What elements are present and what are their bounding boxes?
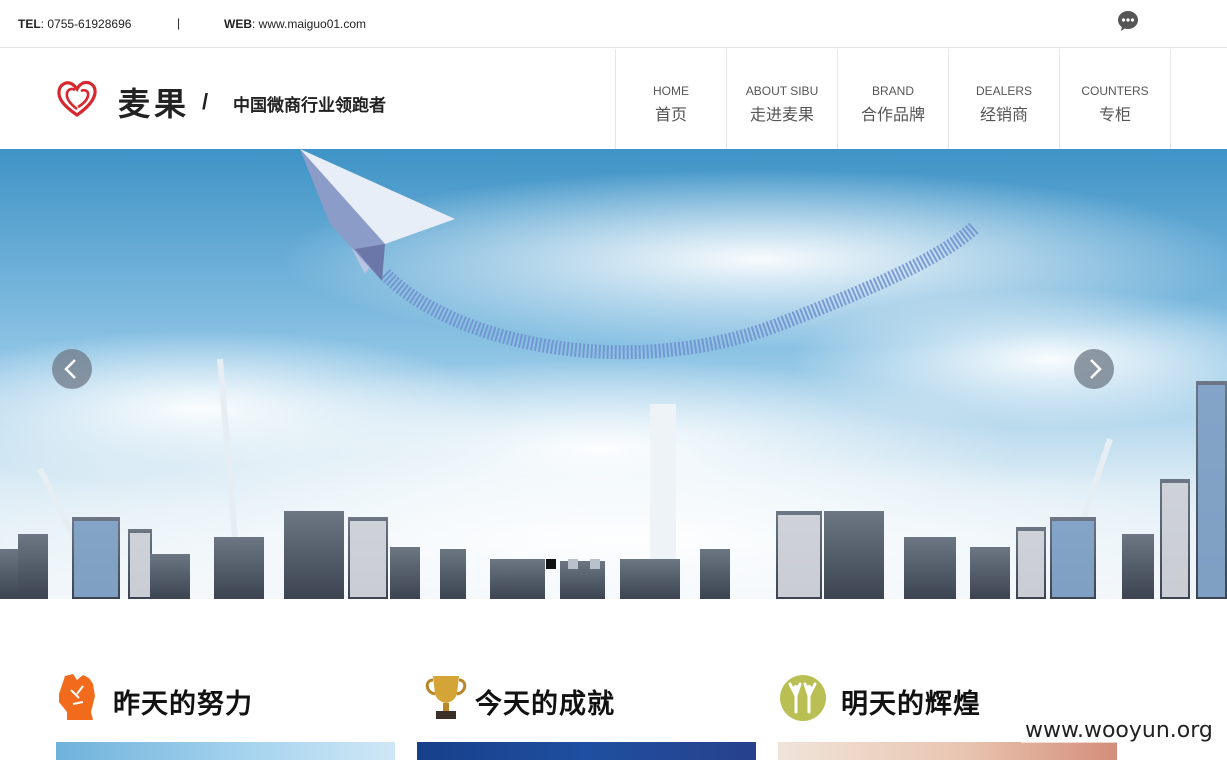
slider-dot[interactable] bbox=[568, 559, 578, 569]
brand-name[interactable]: 麦果 bbox=[118, 79, 190, 125]
top-bar: TEL: 0755-61928696 | WEB: www.maiguo01.c… bbox=[0, 0, 1227, 48]
nav-item-en-label: HOME bbox=[653, 84, 689, 98]
section-title: 今天的成就 bbox=[475, 689, 615, 720]
web-info: WEB: www.maiguo01.com bbox=[224, 17, 366, 31]
nav-item-brand[interactable]: BRAND 合作品牌 bbox=[838, 49, 949, 149]
slider-pagination bbox=[546, 559, 600, 569]
nav-item-en-label: BRAND bbox=[871, 84, 914, 98]
chevron-right-icon bbox=[1090, 359, 1102, 379]
hero-slider bbox=[0, 149, 1227, 599]
nav-item-cn-label: 走进麦果 bbox=[749, 105, 814, 124]
section-thumbnail[interactable] bbox=[56, 742, 395, 760]
watermark-text: www.wooyun.org bbox=[1021, 718, 1217, 743]
site-header: 麦果 / 中国微商行业领跑者 HOME 首页 ABOUT SIBU 走进麦果 B… bbox=[0, 49, 1227, 149]
web-value[interactable]: : www.maiguo01.com bbox=[252, 17, 366, 31]
fist-icon bbox=[59, 674, 95, 720]
tel-label: TEL bbox=[18, 17, 41, 31]
nav-item-cn-label: 首页 bbox=[654, 105, 687, 124]
section-title: 昨天的努力 bbox=[113, 689, 253, 720]
web-label: WEB bbox=[224, 17, 252, 31]
nav-item-counters[interactable]: COUNTERS 专柜 bbox=[1060, 49, 1171, 149]
topbar-separator: | bbox=[177, 16, 181, 30]
main-nav: HOME 首页 ABOUT SIBU 走进麦果 BRAND 合作品牌 DEALE… bbox=[615, 49, 1171, 149]
nav-item-home[interactable]: HOME 首页 bbox=[616, 49, 727, 149]
section-title: 明天的辉煌 bbox=[841, 689, 981, 720]
heart-logo-icon[interactable] bbox=[56, 79, 98, 119]
section-today: 今天的成就 bbox=[423, 672, 756, 732]
slider-dot[interactable] bbox=[546, 559, 556, 569]
nav-item-cn-label: 专柜 bbox=[1098, 105, 1131, 124]
nav-item-cn-label: 经销商 bbox=[979, 105, 1028, 124]
nav-item-dealers[interactable]: DEALERS 经销商 bbox=[949, 49, 1060, 149]
slider-dot[interactable] bbox=[590, 559, 600, 569]
brand-slogan: 中国微商行业领跑者 bbox=[233, 96, 386, 116]
slider-prev-button[interactable] bbox=[52, 349, 92, 389]
nav-item-en-label: DEALERS bbox=[975, 84, 1033, 98]
trophy-icon bbox=[425, 676, 467, 719]
banner-image bbox=[0, 149, 1227, 599]
phone-info: TEL: 0755-61928696 bbox=[18, 17, 131, 31]
nav-item-en-label: ABOUT SIBU bbox=[745, 84, 819, 98]
section-thumbnail[interactable] bbox=[417, 742, 756, 760]
brand-slash: / bbox=[202, 89, 209, 114]
nav-item-en-label: COUNTERS bbox=[1081, 84, 1149, 98]
nav-item-cn-label: 合作品牌 bbox=[860, 105, 925, 124]
section-thumbnail[interactable] bbox=[778, 742, 1117, 760]
section-yesterday: 昨天的努力 bbox=[55, 672, 395, 732]
people-cheer-icon bbox=[780, 675, 826, 721]
slider-next-button[interactable] bbox=[1074, 349, 1114, 389]
chevron-left-icon bbox=[64, 359, 76, 379]
chat-bubble-icon[interactable] bbox=[1117, 10, 1139, 32]
tel-value: : 0755-61928696 bbox=[40, 17, 132, 31]
nav-item-about[interactable]: ABOUT SIBU 走进麦果 bbox=[727, 49, 838, 149]
